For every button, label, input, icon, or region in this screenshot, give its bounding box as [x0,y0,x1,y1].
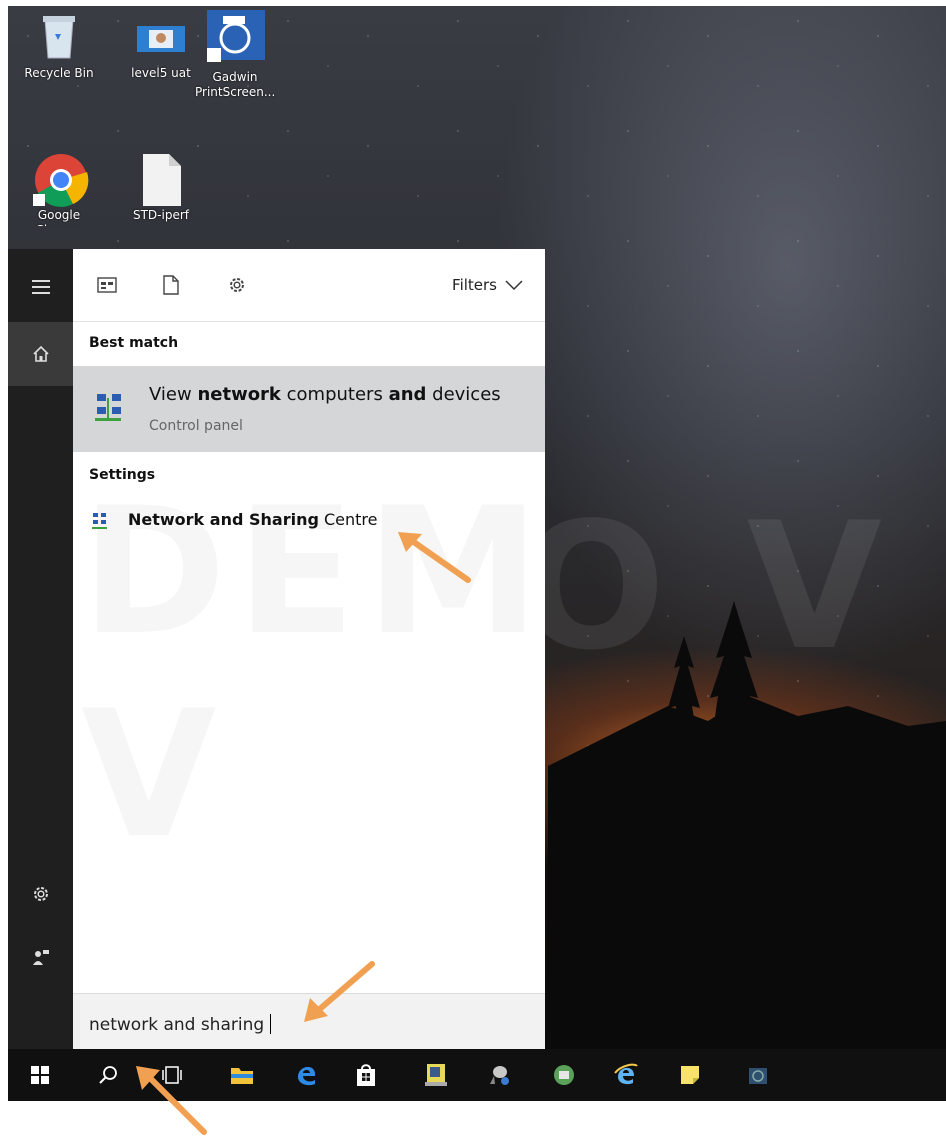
home-icon [32,345,49,362]
settings-scope-button[interactable] [223,271,251,299]
start-sidebar [8,249,73,1049]
title-text: Centre [318,510,378,529]
taskbar-app-1[interactable] [408,1049,464,1101]
title-highlight: network [197,384,281,405]
hamburger-icon [31,280,50,294]
settings-result-network-sharing[interactable]: Network and Sharing Centre [73,499,545,543]
sticky-note-icon [681,1066,699,1084]
edge-button[interactable] [278,1049,334,1101]
title-text: devices [426,384,501,405]
filters-dropdown[interactable]: Filters [452,276,523,294]
edge-icon [298,1067,316,1086]
taskbar-app-3[interactable] [536,1049,592,1101]
desktop-icon-label: Gadwin PrintScreen... [195,70,276,99]
documents-scope-button[interactable] [157,271,185,299]
folder-icon [231,1068,253,1084]
app-tool-icon [490,1066,509,1085]
chevron-down-icon [505,280,523,290]
desktop-icon-label: Google Chrome [35,208,82,226]
network-computers-icon [95,394,121,421]
best-match-heading: Best match [89,335,179,351]
network-sharing-icon [92,513,107,529]
search-results-panel: DEMO V Filters Best match View network c… [73,249,545,1049]
title-highlight: Network and Sharing [128,510,319,529]
annotation-arrow-icon [136,1066,207,1135]
apps-icon [97,277,117,293]
search-input[interactable]: network and sharing [89,1014,272,1035]
best-match-result[interactable]: View network computers and devices Contr… [73,366,545,452]
app-globe-icon [554,1065,574,1085]
desktop-icon-label: level5 uat [131,66,191,80]
hamburger-menu-button[interactable] [8,255,73,319]
desktop-icon-chrome[interactable]: Google Chrome [14,152,104,226]
settings-heading: Settings [89,467,156,483]
store-bag-icon [357,1064,375,1086]
desktop-icon-gadwin[interactable]: Gadwin PrintScreen... [190,10,280,100]
best-match-title: View network computers and devices [149,384,501,405]
file-icon [135,152,187,206]
windows-logo-icon [31,1066,49,1084]
store-button[interactable] [338,1049,394,1101]
recycle-bin-icon [33,10,85,62]
desktop-icon-label: Recycle Bin [24,66,94,80]
sticky-notes-button[interactable] [662,1049,718,1101]
internet-explorer-icon [614,1063,638,1085]
home-button[interactable] [8,322,73,386]
title-highlight: and [388,384,427,405]
gear-icon [230,278,244,292]
best-match-subtitle: Control panel [149,418,243,434]
title-text: View [149,384,198,405]
gadwin-taskbar-button[interactable] [730,1049,786,1101]
filters-label: Filters [452,276,497,294]
gear-icon [33,887,48,901]
title-text: computers [280,384,389,405]
desktop-icon-std-iperf[interactable]: STD-iperf [116,152,206,226]
search-scope-bar: Filters [73,249,545,322]
desktop-icon-label: STD-iperf [132,208,189,222]
annotation-arrow-icon [398,532,471,583]
document-icon [163,275,179,295]
file-explorer-button[interactable] [214,1049,270,1101]
remote-desktop-icon [135,10,187,62]
camera-icon [207,10,265,62]
apps-scope-button[interactable] [93,271,121,299]
taskbar-app-2[interactable] [472,1049,528,1101]
internet-explorer-button[interactable] [598,1049,654,1101]
search-query-text: network and sharing [89,1015,265,1035]
feedback-button[interactable] [8,925,73,989]
settings-button[interactable] [8,862,73,926]
annotation-arrow-icon [304,961,375,1022]
search-icon [99,1066,117,1084]
search-button[interactable] [80,1049,136,1101]
feedback-person-icon [32,950,49,965]
chrome-icon [33,152,89,207]
text-caret [270,1014,272,1034]
settings-result-title: Network and Sharing Centre [128,510,378,529]
desktop-icon-recycle-bin[interactable]: Recycle Bin [14,10,104,81]
start-button[interactable] [12,1049,68,1101]
camera-icon [749,1068,767,1084]
app-book-icon [425,1064,447,1086]
